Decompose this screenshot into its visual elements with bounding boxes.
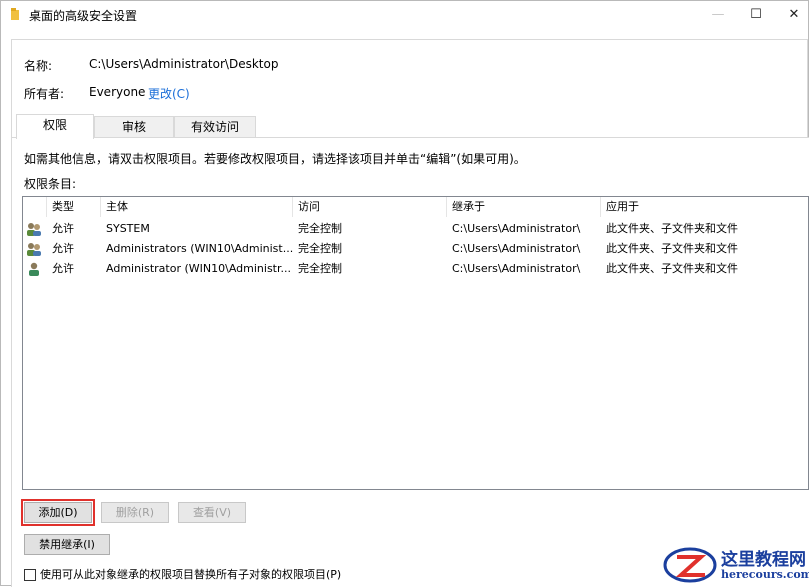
add-button[interactable]: 添加(D)	[21, 499, 95, 526]
row-principal: Administrators (WIN10\Administ...	[106, 242, 293, 255]
user-icon	[29, 262, 39, 276]
disable-inheritance-button[interactable]: 禁用继承(I)	[24, 534, 110, 555]
replace-child-permissions-checkbox[interactable]	[24, 569, 36, 581]
permission-entries-label: 权限条目:	[24, 177, 77, 191]
watermark-logo-icon	[663, 547, 717, 583]
title-bar: 桌面的高级安全设置 — ☐ ✕	[1, 1, 808, 31]
table-row[interactable]: 允许 SYSTEM 完全控制 C:\Users\Administrator\ 此…	[23, 219, 808, 239]
remove-button[interactable]: 删除(R)	[101, 502, 169, 523]
permissions-hint: 如需其他信息，请双击权限项目。若要修改权限项目，请选择该项目并单击“编辑”(如果…	[24, 152, 526, 166]
view-button[interactable]: 查看(V)	[178, 502, 246, 523]
list-header: 类型 主体 访问 继承于 应用于	[23, 197, 808, 217]
column-header-type[interactable]: 类型	[47, 197, 101, 217]
tab-effective-access[interactable]: 有效访问	[174, 116, 256, 138]
watermark-title: 这里教程网	[721, 550, 806, 570]
close-button[interactable]: ✕	[771, 1, 809, 29]
change-owner-link[interactable]: 更改(C)	[148, 85, 190, 102]
row-inherited-from: C:\Users\Administrator\	[452, 242, 581, 255]
row-applies-to: 此文件夹、子文件夹和文件	[606, 262, 738, 275]
row-access: 完全控制	[298, 222, 342, 235]
dialog-content: 名称: C:\Users\Administrator\Desktop 所有者: …	[11, 39, 809, 588]
name-label: 名称:	[24, 59, 53, 73]
row-access: 完全控制	[298, 262, 342, 275]
permission-entries-list[interactable]: 类型 主体 访问 继承于 应用于 允许 SYSTEM 完全控制 C:\Users…	[22, 196, 809, 490]
tab-auditing[interactable]: 审核	[94, 116, 174, 138]
owner-value: Everyone	[89, 85, 146, 99]
row-type: 允许	[52, 242, 74, 255]
column-header-principal[interactable]: 主体	[101, 197, 293, 217]
tab-strip: 权限 审核 有效访问	[12, 114, 809, 139]
name-value: C:\Users\Administrator\Desktop	[89, 57, 279, 71]
table-row[interactable]: 允许 Administrators (WIN10\Administ... 完全控…	[23, 239, 808, 259]
row-principal: SYSTEM	[106, 222, 150, 235]
column-header-access[interactable]: 访问	[293, 197, 447, 217]
row-access: 完全控制	[298, 242, 342, 255]
replace-child-permissions-label: 使用可从此对象继承的权限项目替换所有子对象的权限项目(P)	[40, 568, 342, 581]
row-applies-to: 此文件夹、子文件夹和文件	[606, 222, 738, 235]
row-type: 允许	[52, 262, 74, 275]
folder-icon	[11, 8, 19, 20]
tab-permissions[interactable]: 权限	[16, 114, 94, 139]
user-group-icon	[27, 223, 41, 236]
row-applies-to: 此文件夹、子文件夹和文件	[606, 242, 738, 255]
user-group-icon	[27, 243, 41, 256]
watermark-url: herecours.com	[721, 568, 809, 581]
row-principal: Administrator (WIN10\Administr...	[106, 262, 291, 275]
owner-label: 所有者:	[24, 87, 65, 101]
row-type: 允许	[52, 222, 74, 235]
window-title: 桌面的高级安全设置	[29, 9, 138, 23]
column-header-applies-to[interactable]: 应用于	[601, 197, 808, 217]
security-settings-window: 桌面的高级安全设置 — ☐ ✕ 名称: C:\Users\Administrat…	[0, 0, 809, 588]
watermark: 这里教程网 herecours.com	[661, 541, 809, 587]
table-row[interactable]: 允许 Administrator (WIN10\Administr... 完全控…	[23, 259, 808, 279]
column-header-inherited-from[interactable]: 继承于	[447, 197, 601, 217]
icon-column-header	[23, 197, 47, 217]
row-inherited-from: C:\Users\Administrator\	[452, 262, 581, 275]
row-inherited-from: C:\Users\Administrator\	[452, 222, 581, 235]
